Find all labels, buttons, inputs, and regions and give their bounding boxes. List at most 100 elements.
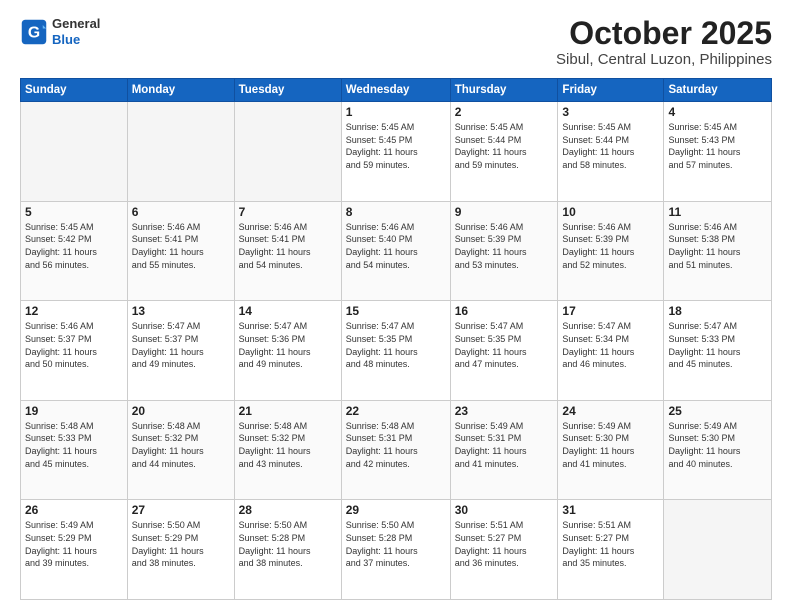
calendar-cell xyxy=(21,102,128,202)
calendar-header: Sunday Monday Tuesday Wednesday Thursday… xyxy=(21,79,772,102)
day-number: 11 xyxy=(668,205,767,219)
calendar-cell: 26Sunrise: 5:49 AM Sunset: 5:29 PM Dayli… xyxy=(21,500,128,600)
day-number: 31 xyxy=(562,503,659,517)
day-info: Sunrise: 5:51 AM Sunset: 5:27 PM Dayligh… xyxy=(562,519,659,569)
calendar-cell xyxy=(127,102,234,202)
calendar-cell: 20Sunrise: 5:48 AM Sunset: 5:32 PM Dayli… xyxy=(127,400,234,500)
calendar-cell: 25 Sunrise: 5:49 AM Sunset: 5:30 PM Dayli… xyxy=(664,400,772,500)
day-info: Sunrise: 5:48 AM Sunset: 5:33 PM Dayligh… xyxy=(25,420,123,470)
calendar-cell: 10 Sunrise: 5:46 AM Sunset: 5:39 PM Dayli… xyxy=(558,201,664,301)
day-number: 6 xyxy=(132,205,230,219)
day-number: 27 xyxy=(132,503,230,517)
day-info: Sunrise: 5:47 AM Sunset: 5:37 PM Dayligh… xyxy=(132,320,230,370)
day-number: 9 xyxy=(455,205,554,219)
calendar-cell: 31 Sunrise: 5:51 AM Sunset: 5:27 PM Dayli… xyxy=(558,500,664,600)
header: G General Blue October 2025 Sibul, Centr… xyxy=(20,16,772,68)
day-number: 28 xyxy=(239,503,337,517)
day-number: 19 xyxy=(25,404,123,418)
day-info: Sunrise: 5:48 AM Sunset: 5:32 PM Dayligh… xyxy=(239,420,337,470)
day-number: 25 xyxy=(668,404,767,418)
day-number: 20 xyxy=(132,404,230,418)
day-number: 30 xyxy=(455,503,554,517)
day-info: Sunrise: 5:50 AM Sunset: 5:28 PM Dayligh… xyxy=(346,519,446,569)
day-number: 17 xyxy=(562,304,659,318)
day-info: Sunrise: 5:50 AM Sunset: 5:28 PM Dayligh… xyxy=(239,519,337,569)
day-info: Sunrise: 5:46 AM Sunset: 5:39 PM Dayligh… xyxy=(455,221,554,271)
day-info: Sunrise: 5:47 AM Sunset: 5:34 PM Dayligh… xyxy=(562,320,659,370)
day-number: 29 xyxy=(346,503,446,517)
day-info: Sunrise: 5:46 AM Sunset: 5:41 PM Dayligh… xyxy=(239,221,337,271)
day-info: Sunrise: 5:45 AM Sunset: 5:42 PM Dayligh… xyxy=(25,221,123,271)
day-info: Sunrise: 5:47 AM Sunset: 5:35 PM Dayligh… xyxy=(455,320,554,370)
day-info: Sunrise: 5:49 AM Sunset: 5:29 PM Dayligh… xyxy=(25,519,123,569)
header-wednesday: Wednesday xyxy=(341,79,450,102)
day-number: 16 xyxy=(455,304,554,318)
calendar-week-3: 12 Sunrise: 5:46 AM Sunset: 5:37 PM Dayli… xyxy=(21,301,772,401)
day-number: 13 xyxy=(132,304,230,318)
day-number: 7 xyxy=(239,205,337,219)
day-number: 12 xyxy=(25,304,123,318)
calendar-cell: 9 Sunrise: 5:46 AM Sunset: 5:39 PM Daylig… xyxy=(450,201,558,301)
calendar-cell: 8Sunrise: 5:46 AM Sunset: 5:40 PM Daylig… xyxy=(341,201,450,301)
logo-icon: G xyxy=(20,18,48,46)
header-friday: Friday xyxy=(558,79,664,102)
calendar-week-1: 1 Sunrise: 5:45 AM Sunset: 5:45 PM Daylig… xyxy=(21,102,772,202)
calendar-cell: 3 Sunrise: 5:45 AM Sunset: 5:44 PM Daylig… xyxy=(558,102,664,202)
day-number: 1 xyxy=(346,105,446,119)
calendar-cell: 4 Sunrise: 5:45 AM Sunset: 5:43 PM Daylig… xyxy=(664,102,772,202)
day-number: 14 xyxy=(239,304,337,318)
calendar-cell: 13 Sunrise: 5:47 AM Sunset: 5:37 PM Dayli… xyxy=(127,301,234,401)
day-info: Sunrise: 5:45 AM Sunset: 5:45 PM Dayligh… xyxy=(346,121,446,171)
calendar-cell: 5 Sunrise: 5:45 AM Sunset: 5:42 PM Daylig… xyxy=(21,201,128,301)
day-number: 2 xyxy=(455,105,554,119)
calendar-cell: 22 Sunrise: 5:48 AM Sunset: 5:31 PM Dayli… xyxy=(341,400,450,500)
day-number: 21 xyxy=(239,404,337,418)
day-info: Sunrise: 5:48 AM Sunset: 5:31 PM Dayligh… xyxy=(346,420,446,470)
title-block: October 2025 Sibul, Central Luzon, Phili… xyxy=(556,16,772,68)
calendar-cell: 27 Sunrise: 5:50 AM Sunset: 5:29 PM Dayli… xyxy=(127,500,234,600)
calendar-cell xyxy=(234,102,341,202)
calendar-week-2: 5 Sunrise: 5:45 AM Sunset: 5:42 PM Daylig… xyxy=(21,201,772,301)
calendar-cell: 24Sunrise: 5:49 AM Sunset: 5:30 PM Dayli… xyxy=(558,400,664,500)
calendar-cell: 14Sunrise: 5:47 AM Sunset: 5:36 PM Dayli… xyxy=(234,301,341,401)
calendar-page: G General Blue October 2025 Sibul, Centr… xyxy=(0,0,792,612)
calendar-week-4: 19 Sunrise: 5:48 AM Sunset: 5:33 PM Dayli… xyxy=(21,400,772,500)
day-number: 15 xyxy=(346,304,446,318)
day-number: 18 xyxy=(668,304,767,318)
calendar-cell: 23Sunrise: 5:49 AM Sunset: 5:31 PM Dayli… xyxy=(450,400,558,500)
day-info: Sunrise: 5:45 AM Sunset: 5:44 PM Dayligh… xyxy=(562,121,659,171)
header-tuesday: Tuesday xyxy=(234,79,341,102)
day-number: 4 xyxy=(668,105,767,119)
calendar-cell: 12 Sunrise: 5:46 AM Sunset: 5:37 PM Dayli… xyxy=(21,301,128,401)
day-info: Sunrise: 5:46 AM Sunset: 5:38 PM Dayligh… xyxy=(668,221,767,271)
calendar-week-5: 26Sunrise: 5:49 AM Sunset: 5:29 PM Dayli… xyxy=(21,500,772,600)
header-saturday: Saturday xyxy=(664,79,772,102)
calendar-cell: 18 Sunrise: 5:47 AM Sunset: 5:33 PM Dayli… xyxy=(664,301,772,401)
calendar-cell: 29 Sunrise: 5:50 AM Sunset: 5:28 PM Dayli… xyxy=(341,500,450,600)
header-sunday: Sunday xyxy=(21,79,128,102)
day-number: 8 xyxy=(346,205,446,219)
day-number: 10 xyxy=(562,205,659,219)
day-info: Sunrise: 5:47 AM Sunset: 5:33 PM Dayligh… xyxy=(668,320,767,370)
calendar-cell: 1 Sunrise: 5:45 AM Sunset: 5:45 PM Daylig… xyxy=(341,102,450,202)
calendar-cell: 11 Sunrise: 5:46 AM Sunset: 5:38 PM Dayli… xyxy=(664,201,772,301)
calendar-title: October 2025 xyxy=(556,16,772,51)
day-info: Sunrise: 5:46 AM Sunset: 5:37 PM Dayligh… xyxy=(25,320,123,370)
day-number: 3 xyxy=(562,105,659,119)
logo-line1: General xyxy=(52,16,100,32)
header-monday: Monday xyxy=(127,79,234,102)
day-number: 22 xyxy=(346,404,446,418)
calendar-table: Sunday Monday Tuesday Wednesday Thursday… xyxy=(20,78,772,600)
day-info: Sunrise: 5:49 AM Sunset: 5:30 PM Dayligh… xyxy=(668,420,767,470)
day-info: Sunrise: 5:45 AM Sunset: 5:44 PM Dayligh… xyxy=(455,121,554,171)
logo: G General Blue xyxy=(20,16,100,47)
day-number: 5 xyxy=(25,205,123,219)
calendar-cell: 16 Sunrise: 5:47 AM Sunset: 5:35 PM Dayli… xyxy=(450,301,558,401)
day-info: Sunrise: 5:46 AM Sunset: 5:39 PM Dayligh… xyxy=(562,221,659,271)
day-info: Sunrise: 5:50 AM Sunset: 5:29 PM Dayligh… xyxy=(132,519,230,569)
calendar-cell: 17 Sunrise: 5:47 AM Sunset: 5:34 PM Dayli… xyxy=(558,301,664,401)
calendar-cell: 7 Sunrise: 5:46 AM Sunset: 5:41 PM Daylig… xyxy=(234,201,341,301)
calendar-subtitle: Sibul, Central Luzon, Philippines xyxy=(556,51,772,68)
day-info: Sunrise: 5:45 AM Sunset: 5:43 PM Dayligh… xyxy=(668,121,767,171)
calendar-cell: 2 Sunrise: 5:45 AM Sunset: 5:44 PM Daylig… xyxy=(450,102,558,202)
